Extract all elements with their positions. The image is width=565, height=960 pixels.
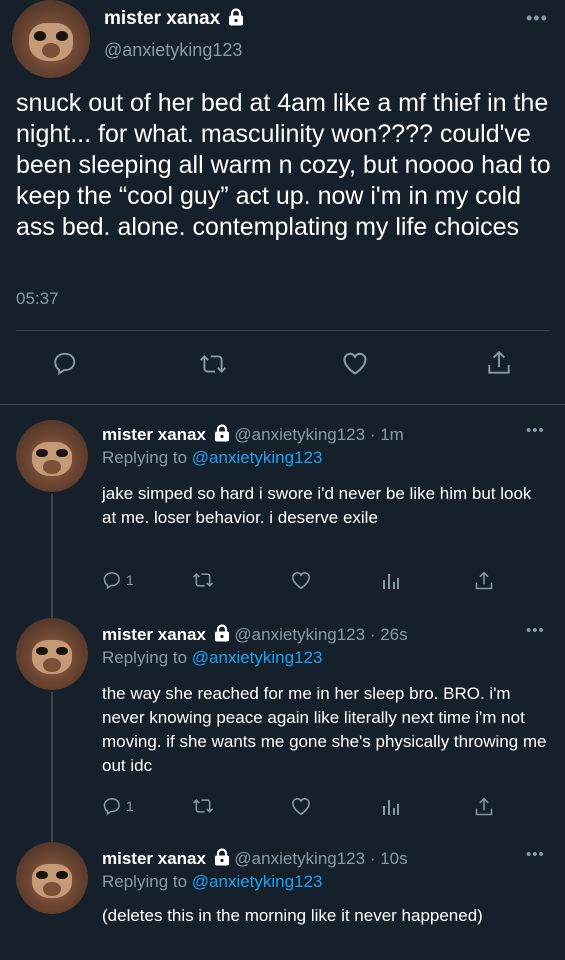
lock-icon <box>214 424 229 442</box>
replying-to-link[interactable]: @anxietyking123 <box>192 448 323 467</box>
reply-icon[interactable]: 1 <box>102 570 134 590</box>
analytics-icon[interactable] <box>382 570 400 590</box>
tweet-text: snuck out of her bed at 4am like a mf th… <box>16 89 551 241</box>
share-icon[interactable] <box>474 796 494 818</box>
thread-line <box>51 692 53 852</box>
author-handle[interactable]: @anxietyking123 · 1m <box>234 425 403 444</box>
lock-icon <box>229 8 244 26</box>
divider <box>16 330 549 331</box>
thread-line <box>51 494 53 634</box>
author-name[interactable]: mister xanax @anxietyking123 · 10s <box>102 848 408 869</box>
share-icon[interactable] <box>474 570 494 592</box>
replying-to: Replying to @anxietyking123 <box>102 448 323 467</box>
tweet-timestamp[interactable]: 05:37 <box>16 289 59 309</box>
tweet-text: (deletes this in the morning like it nev… <box>102 906 483 925</box>
more-options-icon[interactable]: ••• <box>526 8 548 29</box>
author-handle[interactable]: @anxietyking123 <box>104 40 242 61</box>
avatar[interactable] <box>16 420 88 492</box>
author-handle[interactable]: @anxietyking123 · 10s <box>234 849 407 868</box>
analytics-icon[interactable] <box>382 796 400 816</box>
author-name[interactable]: mister xanax @anxietyking123 · 26s <box>102 624 408 645</box>
reply-count: 1 <box>126 572 134 588</box>
author-handle[interactable]: @anxietyking123 · 26s <box>234 625 407 644</box>
replying-to: Replying to @anxietyking123 <box>102 648 323 667</box>
replying-to-link[interactable]: @anxietyking123 <box>192 872 323 891</box>
like-icon[interactable] <box>290 570 312 590</box>
avatar[interactable] <box>16 842 88 914</box>
action-bar: 1 <box>94 570 514 596</box>
share-icon[interactable] <box>486 349 512 377</box>
replying-to-link[interactable]: @anxietyking123 <box>192 648 323 667</box>
retweet-icon[interactable] <box>199 351 227 377</box>
avatar[interactable] <box>12 0 90 78</box>
action-bar: 1 <box>94 796 514 822</box>
author-name[interactable]: mister xanax @anxietyking123 · 1m <box>102 424 404 445</box>
tweet-text: jake simped so hard i swore i'd never be… <box>102 484 532 527</box>
lock-icon <box>214 624 229 642</box>
more-options-icon[interactable]: ••• <box>526 622 545 639</box>
retweet-icon[interactable] <box>192 796 214 816</box>
divider <box>0 404 565 405</box>
like-icon[interactable] <box>290 796 312 816</box>
tweet-text: the way she reached for me in her sleep … <box>102 684 547 775</box>
like-icon[interactable] <box>341 350 369 376</box>
replying-to: Replying to @anxietyking123 <box>102 872 323 891</box>
reply-count: 1 <box>126 798 134 814</box>
author-name[interactable]: mister xanax <box>104 8 244 30</box>
avatar[interactable] <box>16 618 88 690</box>
more-options-icon[interactable]: ••• <box>526 846 545 863</box>
reply-icon[interactable]: 1 <box>102 796 134 816</box>
lock-icon <box>214 848 229 866</box>
more-options-icon[interactable]: ••• <box>526 422 545 439</box>
reply-icon[interactable] <box>52 350 78 376</box>
retweet-icon[interactable] <box>192 570 214 590</box>
